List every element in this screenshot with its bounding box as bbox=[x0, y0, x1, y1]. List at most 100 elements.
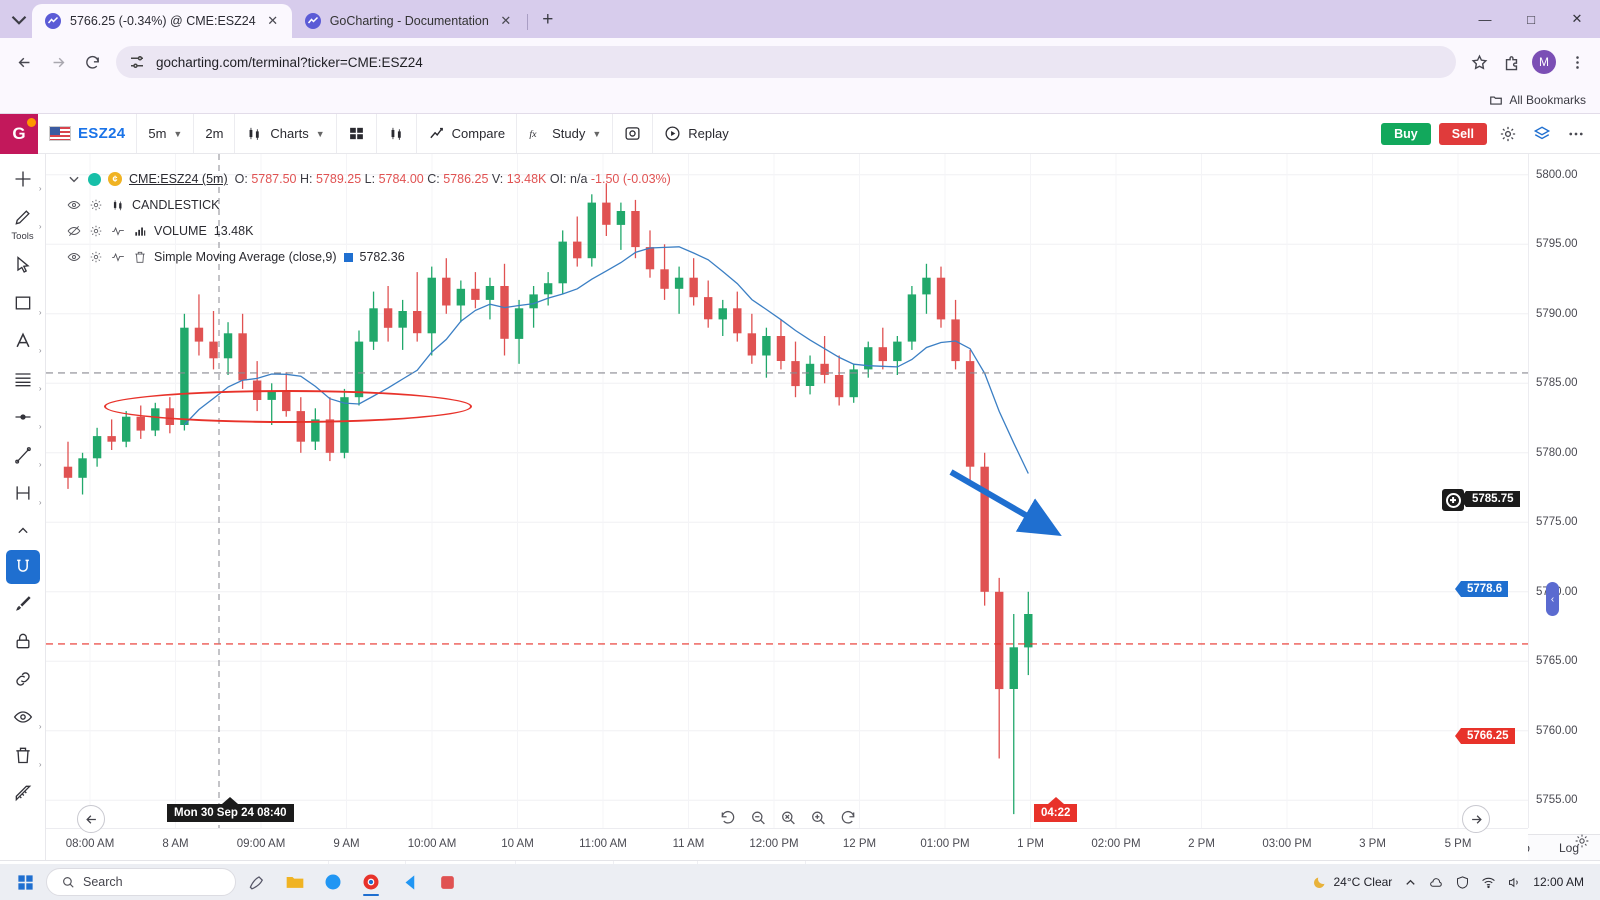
zoom-in-icon[interactable] bbox=[810, 809, 827, 826]
new-tab-button[interactable]: + bbox=[534, 6, 562, 34]
waveform-icon[interactable] bbox=[110, 250, 125, 265]
replay-button[interactable]: Replay bbox=[653, 114, 739, 153]
security-icon[interactable] bbox=[1455, 875, 1470, 890]
text-tool[interactable]: › bbox=[3, 322, 43, 360]
crosshair-tool[interactable]: › bbox=[3, 160, 43, 198]
eye-off-icon[interactable] bbox=[66, 224, 81, 239]
taskbar-edge-icon[interactable] bbox=[316, 867, 350, 897]
waveform-icon[interactable] bbox=[110, 224, 125, 239]
legend-row-candlestick[interactable]: CANDLESTICK bbox=[66, 192, 671, 218]
reload-icon[interactable] bbox=[76, 46, 108, 78]
symbol-selector[interactable]: ESZ24 bbox=[38, 114, 138, 153]
all-bookmarks-button[interactable]: All Bookmarks bbox=[1489, 93, 1586, 107]
axis-settings-gear-icon[interactable] bbox=[1574, 833, 1590, 852]
extensions-icon[interactable] bbox=[1496, 47, 1526, 77]
measure-tool[interactable]: › bbox=[3, 474, 43, 512]
pan-left-button[interactable] bbox=[77, 805, 105, 833]
profile-avatar[interactable]: M bbox=[1532, 50, 1556, 74]
study-button[interactable]: fx Study ▼ bbox=[517, 114, 614, 153]
zoom-reset-icon[interactable] bbox=[780, 809, 797, 826]
onedrive-icon[interactable] bbox=[1429, 875, 1444, 890]
shapes-tool[interactable]: › bbox=[3, 284, 43, 322]
delete-tool[interactable]: › bbox=[3, 736, 43, 774]
interval-quick-2m[interactable]: 2m bbox=[194, 114, 236, 153]
more-options-icon[interactable] bbox=[1563, 121, 1589, 147]
volume-icon[interactable] bbox=[1507, 875, 1522, 890]
legend-row-volume[interactable]: VOLUME 13.48K bbox=[66, 218, 671, 244]
address-bar[interactable]: gocharting.com/terminal?ticker=CME:ESZ24 bbox=[116, 46, 1456, 78]
crosshair-add-icon[interactable] bbox=[1442, 489, 1464, 511]
pan-right-button[interactable] bbox=[1462, 805, 1490, 833]
maximize-button[interactable]: □ bbox=[1508, 2, 1554, 36]
lock-tool[interactable] bbox=[3, 622, 43, 660]
chart-type-selector[interactable]: Charts ▼ bbox=[235, 114, 337, 153]
redo-icon[interactable] bbox=[840, 809, 857, 826]
zoom-out-icon[interactable] bbox=[750, 809, 767, 826]
trendline-tool[interactable]: › bbox=[3, 436, 43, 474]
tab-search-icon[interactable] bbox=[6, 5, 32, 35]
weather-widget[interactable]: 24°C Clear bbox=[1312, 875, 1392, 890]
compare-button[interactable]: Compare bbox=[417, 114, 518, 153]
right-panel-toggle[interactable]: ‹ bbox=[1546, 582, 1559, 616]
site-settings-icon[interactable] bbox=[128, 53, 146, 71]
forward-icon[interactable] bbox=[42, 46, 74, 78]
time-axis[interactable]: 08:00 AM 8 AM 09:00 AM 9 AM 10:00 AM 10 AM 11:… bbox=[46, 828, 1528, 860]
app-logo[interactable]: G bbox=[0, 113, 38, 154]
time-tick-2: 09:00 AM bbox=[236, 838, 286, 850]
browser-tab-0[interactable]: 5766.25 (-0.34%) @ CME:ESZ24 ✕ bbox=[32, 4, 292, 38]
chevron-down-icon: ▼ bbox=[315, 128, 325, 139]
bookmark-star-icon[interactable] bbox=[1464, 47, 1494, 77]
snapshot-button[interactable] bbox=[613, 114, 654, 153]
legend-main-row[interactable]: ¢ CME:ESZ24 (5m) O: 5787.50 H: 5789.25 L… bbox=[66, 166, 671, 192]
close-icon[interactable]: ✕ bbox=[265, 13, 281, 29]
gear-icon[interactable] bbox=[88, 198, 103, 213]
collapse-legend-icon[interactable] bbox=[66, 172, 81, 187]
close-window-button[interactable]: ✕ bbox=[1554, 2, 1600, 36]
candles-toggle-button[interactable] bbox=[377, 114, 417, 153]
taskbar-clock[interactable]: 12:00 AM bbox=[1533, 875, 1584, 889]
fib-levels-tool[interactable]: › bbox=[3, 360, 43, 398]
dot-tool[interactable]: › bbox=[3, 398, 43, 436]
link-tool[interactable] bbox=[3, 660, 43, 698]
ruler-tool[interactable] bbox=[3, 774, 43, 812]
gear-icon[interactable] bbox=[88, 250, 103, 265]
legend-row-sma[interactable]: Simple Moving Average (close,9) 5782.36 bbox=[66, 244, 671, 270]
chevron-up-icon[interactable] bbox=[1403, 875, 1418, 890]
visibility-tool[interactable]: › bbox=[3, 698, 43, 736]
chrome-menu-icon[interactable] bbox=[1562, 47, 1592, 77]
last-price-tag: 5778.6 bbox=[1461, 581, 1509, 597]
histogram-icon bbox=[132, 224, 147, 239]
undo-icon[interactable] bbox=[720, 809, 737, 826]
minimize-button[interactable]: — bbox=[1462, 2, 1508, 36]
sell-button[interactable]: Sell bbox=[1438, 122, 1487, 145]
taskbar-vscode-icon[interactable] bbox=[392, 867, 426, 897]
taskbar-chrome-icon[interactable] bbox=[354, 867, 388, 897]
taskbar-app-icon[interactable] bbox=[430, 867, 464, 897]
gear-icon[interactable] bbox=[88, 224, 103, 239]
time-tick-15: 3 PM bbox=[1359, 838, 1386, 850]
trash-icon[interactable] bbox=[132, 250, 147, 265]
settings-gear-icon[interactable] bbox=[1495, 121, 1521, 147]
close-icon[interactable]: ✕ bbox=[498, 13, 514, 29]
buy-button[interactable]: Buy bbox=[1381, 122, 1431, 145]
eye-icon[interactable] bbox=[66, 198, 81, 213]
interval-selector[interactable]: 5m ▼ bbox=[137, 114, 195, 153]
browser-tab-1[interactable]: GoCharting - Documentation ✕ bbox=[292, 4, 525, 38]
layout-grid-button[interactable] bbox=[337, 114, 377, 153]
taskbar-explorer-icon[interactable] bbox=[278, 867, 312, 897]
legend-symbol-label[interactable]: CME:ESZ24 (5m) bbox=[129, 172, 228, 186]
chart-area[interactable]: ¢ CME:ESZ24 (5m) O: 5787.50 H: 5789.25 L… bbox=[46, 154, 1600, 860]
network-icon[interactable] bbox=[1481, 875, 1496, 890]
eye-icon[interactable] bbox=[66, 250, 81, 265]
taskbar-widget-icon[interactable] bbox=[240, 867, 274, 897]
cursor-tool[interactable] bbox=[3, 246, 43, 284]
layers-icon[interactable] bbox=[1529, 121, 1555, 147]
brush-tool[interactable] bbox=[3, 584, 43, 622]
collapse-rail-toggle[interactable] bbox=[3, 512, 43, 550]
start-button[interactable] bbox=[8, 867, 42, 897]
pencil-tool[interactable]: › bbox=[3, 198, 43, 236]
back-icon[interactable] bbox=[8, 46, 40, 78]
taskbar-search[interactable]: Search bbox=[46, 868, 236, 896]
magnet-tool[interactable] bbox=[5, 550, 40, 584]
price-axis[interactable]: 5800.00 5795.00 5790.00 5785.00 5780.00 5775.… bbox=[1528, 154, 1600, 828]
